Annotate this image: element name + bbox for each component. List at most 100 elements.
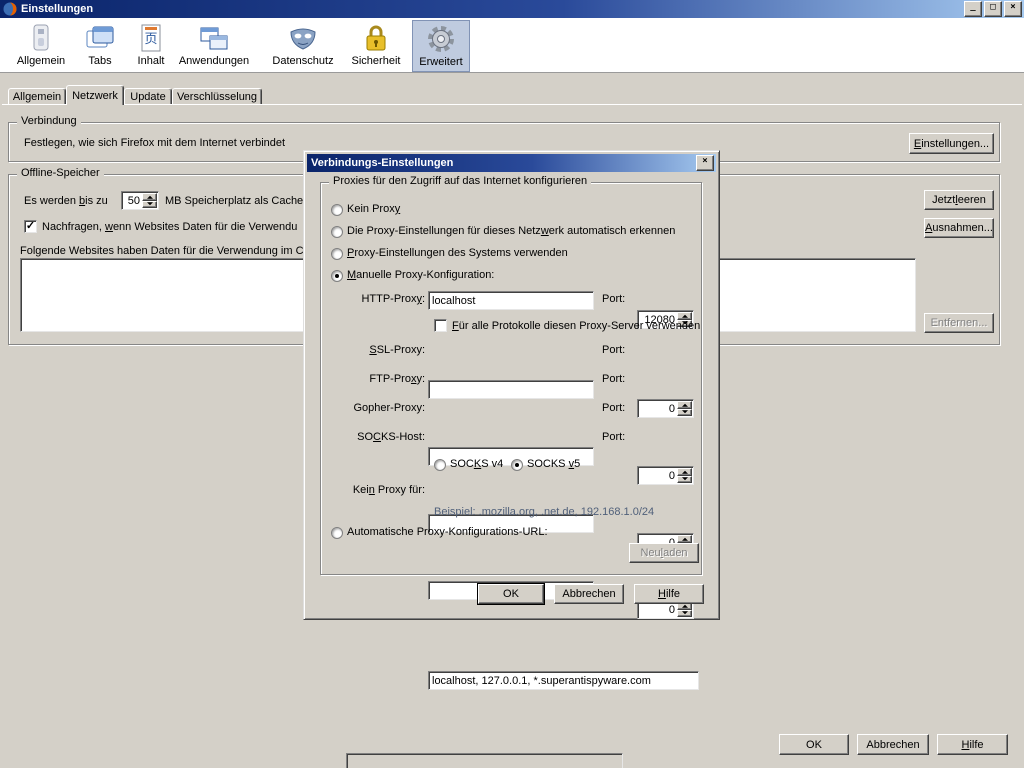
close-button[interactable]: × (1004, 1, 1022, 17)
auto-url-label: Automatische Proxy-Konfigurations-URL: (347, 526, 548, 538)
toolbar-label: Anwendungen (179, 55, 249, 67)
cache-size-spinner[interactable] (142, 193, 157, 208)
dialog-close-button[interactable]: × (696, 155, 714, 171)
http-proxy-value: localhost (432, 295, 475, 307)
socks-host-label: SOCKS-Host: (321, 431, 425, 443)
exceptions-button[interactable]: Ausnahmen... (924, 218, 994, 238)
clear-cache-button[interactable]: Jetzt leeren (924, 190, 994, 210)
system-proxy-radio[interactable] (331, 248, 343, 260)
toolbar-label: Inhalt (138, 55, 165, 67)
spinner-down-button[interactable] (677, 610, 692, 618)
general-icon (25, 22, 57, 54)
no-proxy-for-value: localhost, 127.0.0.1, *.superantispyware… (432, 675, 651, 687)
dialog-help-button[interactable]: Hilfe (634, 584, 704, 604)
system-proxy-label: Proxy-Einstellungen des Systems verwende… (347, 247, 568, 259)
tab-label: Netzwerk (72, 90, 118, 102)
socks-port-label: Port: (602, 431, 625, 443)
tab-update[interactable]: Update (124, 88, 172, 104)
toolbar-item-sicherheit[interactable]: Sicherheit (345, 20, 407, 72)
toolbar-item-datenschutz[interactable]: Datenschutz (265, 20, 341, 72)
tab-verschluesselung[interactable]: Verschlüsselung (172, 88, 262, 104)
tabs-icon (84, 22, 116, 54)
advanced-gear-icon (425, 23, 457, 55)
ask-storage-label: Nachfragen, wenn Websites Daten für die … (42, 221, 297, 233)
tab-panel-top-edge (2, 104, 1022, 105)
no-proxy-for-input[interactable]: localhost, 127.0.0.1, *.superantispyware… (428, 671, 699, 690)
http-proxy-input[interactable]: localhost (428, 291, 594, 310)
dialog-ok-button[interactable]: OK (478, 584, 544, 604)
spinner-down-button[interactable] (677, 409, 692, 417)
ftp-port-label: Port: (602, 373, 625, 385)
spinner-up-button[interactable] (142, 193, 157, 201)
tab-netzwerk[interactable]: Netzwerk (66, 85, 124, 105)
spinner-up-button[interactable] (677, 312, 692, 320)
socks-v5-radio[interactable] (511, 459, 523, 471)
socks-v5-label: SOCKS v5 (527, 458, 580, 470)
ftp-port-spinner[interactable] (677, 468, 692, 483)
toolbar-label: Sicherheit (352, 55, 401, 67)
tab-allgemein[interactable]: Allgemein (8, 88, 66, 104)
svg-text:页: 页 (144, 32, 157, 47)
main-cancel-button[interactable]: Abbrechen (857, 734, 929, 755)
auto-url-radio[interactable] (331, 527, 343, 539)
ftp-port-input[interactable]: 0 (637, 466, 694, 485)
spinner-up-button[interactable] (677, 401, 692, 409)
minimize-button[interactable]: _ (964, 1, 982, 17)
ssl-port-value: 0 (669, 403, 675, 415)
no-proxy-radio[interactable] (331, 204, 343, 216)
connection-settings-button[interactable]: Einstellungen... (909, 133, 994, 154)
spinner-down-button[interactable] (677, 476, 692, 484)
tab-label: Update (130, 91, 165, 103)
auto-url-input (346, 753, 623, 768)
maximize-button[interactable]: □ (984, 1, 1002, 17)
all-protocols-label: Für alle Protokolle diesen Proxy-Server … (452, 320, 700, 332)
reload-button: Neu laden (629, 543, 699, 563)
spinner-up-button[interactable] (677, 468, 692, 476)
applications-icon (198, 22, 230, 54)
cache-size-input[interactable]: 50 (121, 191, 159, 210)
dialog-titlebar: Verbindungs-Einstellungen × (307, 154, 716, 172)
proxy-group-legend: Proxies für den Zugriff auf das Internet… (329, 175, 591, 187)
tab-label: Allgemein (13, 91, 61, 103)
main-help-button[interactable]: Hilfe (937, 734, 1008, 755)
manual-proxy-radio[interactable] (331, 270, 343, 282)
dialog-title: Verbindungs-Einstellungen (311, 157, 453, 169)
toolbar-item-inhalt[interactable]: 页 Inhalt (126, 20, 176, 72)
socks-v4-label: SOCKS v4 (450, 458, 503, 470)
toolbar-item-anwendungen[interactable]: Anwendungen (176, 20, 252, 72)
ssl-proxy-input[interactable] (428, 380, 594, 399)
toolbar-item-tabs[interactable]: Tabs (72, 20, 128, 72)
no-proxy-for-label: Kein Proxy für: (321, 484, 425, 496)
connection-settings-dialog: Verbindungs-Einstellungen × Proxies für … (303, 150, 720, 620)
ssl-port-spinner[interactable] (677, 401, 692, 416)
toolbar-label: Erweitert (419, 56, 462, 68)
spinner-down-button[interactable] (142, 201, 157, 209)
cache-size-label-suffix: MB Speicherplatz als Cache (165, 195, 303, 207)
ask-storage-checkbox[interactable]: ✓ (24, 220, 37, 233)
toolbar-label: Allgemein (17, 55, 65, 67)
ssl-port-input[interactable]: 0 (637, 399, 694, 418)
spinner-up-button[interactable] (677, 535, 692, 543)
main-ok-button[interactable]: OK (779, 734, 849, 755)
connection-group-legend: Verbindung (17, 115, 81, 127)
socks-v4-radio[interactable] (434, 459, 446, 471)
toolbar-label: Datenschutz (272, 55, 333, 67)
toolbar-item-allgemein[interactable]: Allgemein (10, 20, 72, 72)
dialog-cancel-button[interactable]: Abbrechen (554, 584, 624, 604)
all-protocols-checkbox[interactable] (434, 319, 447, 332)
sites-list-label: Folgende Websites haben Daten für die Ve… (20, 245, 304, 257)
cache-size-value: 50 (128, 195, 140, 207)
remove-site-button: Entfernen... (924, 313, 994, 333)
toolbar-label: Tabs (88, 55, 111, 67)
category-toolbar: Allgemein Tabs 页 Inhalt (0, 18, 1024, 73)
ftp-proxy-label: FTP-Proxy: (321, 373, 425, 385)
ssl-port-label: Port: (602, 344, 625, 356)
cache-size-label-prefix: Es werden bis zu (24, 195, 108, 207)
ssl-proxy-label: SSL-Proxy: (321, 344, 425, 356)
auto-detect-radio[interactable] (331, 226, 343, 238)
gopher-port-label: Port: (602, 402, 625, 414)
firefox-logo-icon (3, 2, 17, 16)
toolbar-item-erweitert[interactable]: Erweitert (412, 20, 470, 72)
manual-proxy-label: Manuelle Proxy-Konfiguration: (347, 269, 494, 281)
socks-port-spinner[interactable] (677, 602, 692, 617)
